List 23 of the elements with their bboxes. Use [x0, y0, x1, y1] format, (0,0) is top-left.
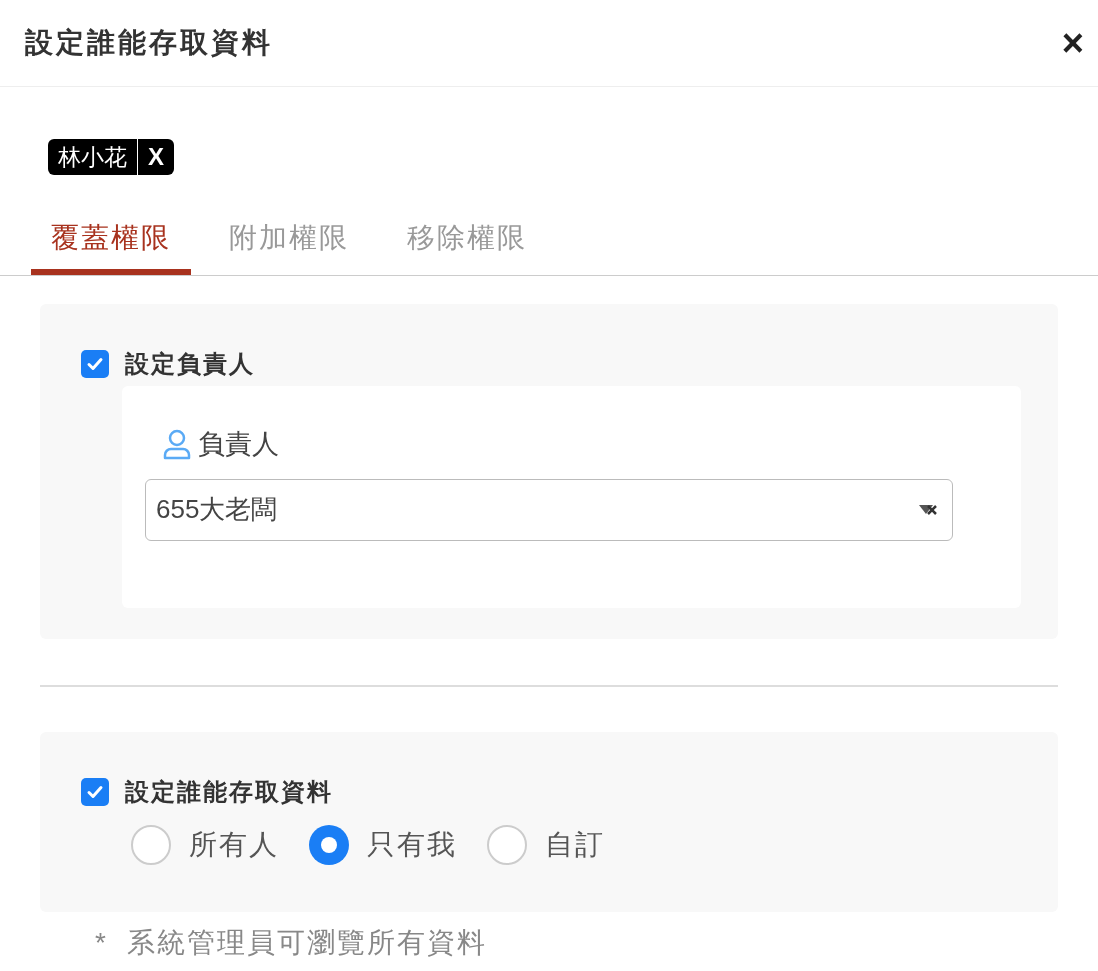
radio-option[interactable]: 自訂: [487, 824, 605, 866]
checkmark-icon: [86, 783, 104, 801]
checkbox-label: 設定誰能存取資料: [125, 777, 333, 807]
footnote: * 系統管理員可瀏覽所有資料: [94, 926, 489, 960]
tab[interactable]: 覆蓋權限: [31, 194, 191, 275]
dropdown-icon: [918, 502, 938, 517]
user-icon: [162, 428, 192, 461]
checkbox-label: 設定負責人: [125, 349, 255, 379]
checkmark-icon: [86, 355, 104, 373]
radio-button[interactable]: [309, 825, 349, 865]
radio-option[interactable]: 所有人: [131, 824, 279, 866]
tag-label: 林小花: [57, 142, 128, 172]
dialog-title: 設定誰能存取資料: [25, 26, 273, 60]
checkbox[interactable]: [81, 350, 109, 378]
field-label: 負責人: [198, 428, 279, 461]
radio-button[interactable]: [487, 825, 527, 865]
tag-remove-button[interactable]: X: [138, 139, 174, 175]
radio-option[interactable]: 只有我: [309, 824, 457, 866]
radio-button[interactable]: [131, 825, 171, 865]
select-value: 655大老闆: [156, 493, 278, 526]
checkbox[interactable]: [81, 778, 109, 806]
close-button[interactable]: ×: [1061, 24, 1084, 62]
owner-select[interactable]: 655大老闆: [145, 478, 953, 541]
